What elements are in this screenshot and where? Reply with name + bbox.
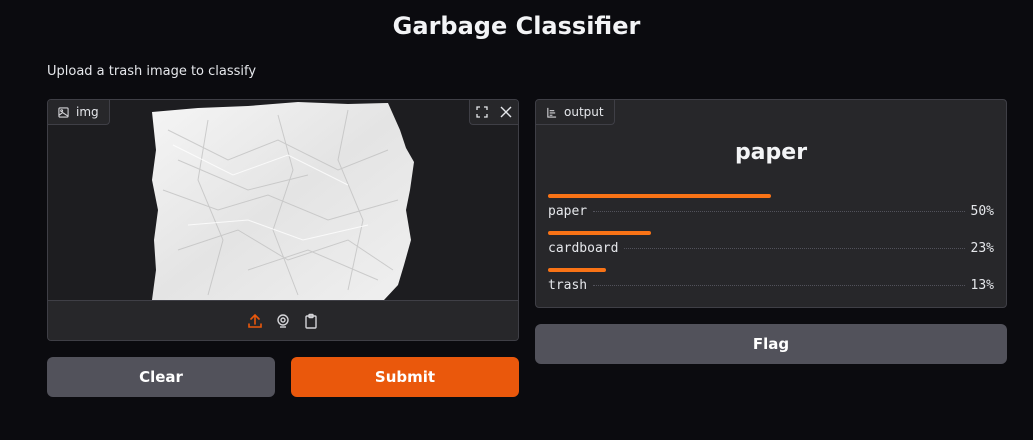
image-input-label: img	[48, 100, 110, 125]
page-title: Garbage Classifier	[392, 12, 641, 40]
fullscreen-icon[interactable]	[470, 100, 494, 124]
confidence-row[interactable]: trash 13%	[548, 268, 994, 305]
page-description: Upload a trash image to classify	[47, 64, 257, 79]
predicted-label: paper	[734, 140, 808, 165]
image-icon	[58, 106, 69, 118]
confidence-label: cardboard	[548, 241, 619, 256]
image-toolbar	[469, 100, 518, 125]
clear-button[interactable]: Clear	[47, 357, 275, 397]
confidence-bar	[548, 194, 771, 198]
confidence-value: 50%	[970, 204, 994, 219]
dotted-leader	[593, 285, 965, 286]
confidence-value: 23%	[970, 241, 994, 256]
confidence-bar	[548, 268, 606, 272]
output-label-text: output	[564, 105, 604, 119]
output-panel: output paper paper 50% cardboard 23% tra…	[535, 99, 1007, 308]
webcam-icon[interactable]	[274, 312, 292, 330]
confidence-label: paper	[548, 204, 588, 219]
image-preview[interactable]	[48, 100, 518, 300]
output-label: output	[536, 100, 615, 125]
image-input-label-text: img	[76, 105, 99, 119]
image-source-bar	[48, 300, 518, 340]
confidence-list: paper 50% cardboard 23% trash 13%	[548, 194, 994, 305]
confidence-row[interactable]: cardboard 23%	[548, 231, 994, 268]
submit-button[interactable]: Submit	[291, 357, 519, 397]
confidence-row[interactable]: paper 50%	[548, 194, 994, 231]
confidence-bar	[548, 231, 651, 235]
upload-icon[interactable]	[246, 312, 264, 330]
confidence-value: 13%	[970, 278, 994, 293]
label-icon	[546, 107, 557, 118]
clipboard-icon[interactable]	[302, 312, 320, 330]
image-input-panel: img	[47, 99, 519, 341]
crumpled-paper-image	[152, 102, 414, 300]
confidence-label: trash	[548, 278, 588, 293]
dotted-leader	[624, 248, 965, 249]
flag-button[interactable]: Flag	[535, 324, 1007, 364]
close-icon[interactable]	[494, 100, 518, 124]
dotted-leader	[593, 211, 965, 212]
